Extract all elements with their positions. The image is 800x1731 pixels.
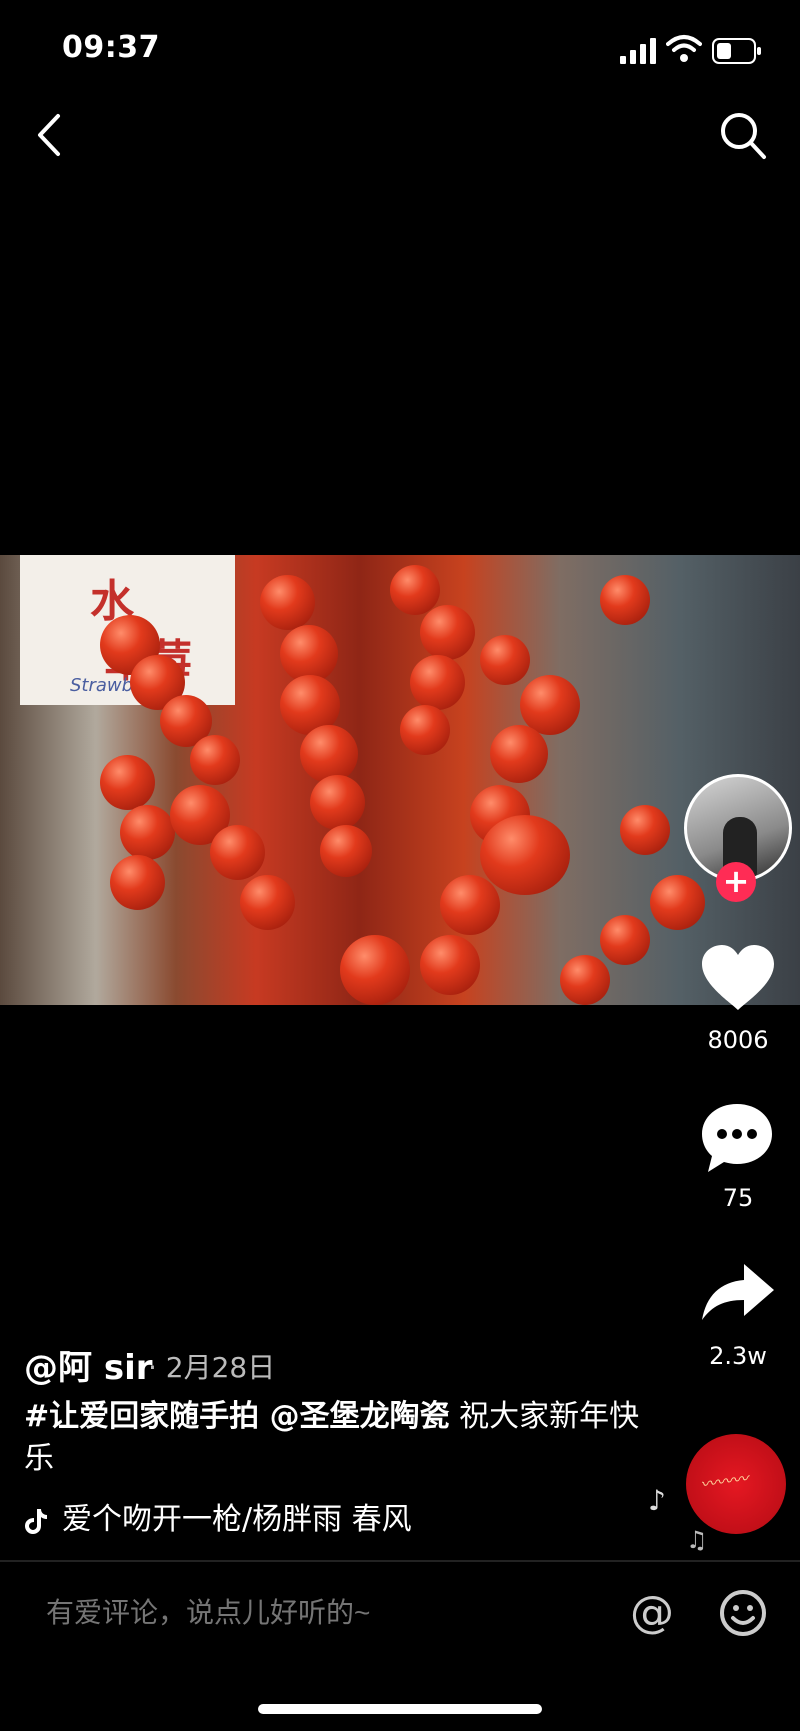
disc-artwork: 〰〰〰 xyxy=(699,1468,750,1495)
cellular-signal-icon xyxy=(620,38,656,64)
music-title: 爱个吻开一枪/杨胖雨 春风 xyxy=(62,1502,412,1537)
music-info[interactable]: 爱个吻开一枪/杨胖雨 春风 xyxy=(24,1494,444,1538)
post-description: #让爱回家随手拍 @圣堡龙陶瓷 祝大家新年快乐 xyxy=(24,1396,644,1480)
mention-button[interactable]: @ xyxy=(628,1588,676,1638)
wifi-icon xyxy=(666,35,702,62)
tiktok-icon xyxy=(25,1508,47,1534)
comment-icon[interactable] xyxy=(700,1102,774,1174)
author-name[interactable]: @阿 sir xyxy=(24,1340,153,1389)
music-disc[interactable]: 〰〰〰 xyxy=(686,1434,786,1534)
post-tags[interactable]: #让爱回家随手拍 @圣堡龙陶瓷 xyxy=(24,1399,450,1434)
post-date: · 2月28日 xyxy=(148,1351,276,1384)
emoji-icon[interactable] xyxy=(718,1588,768,1638)
battery-icon xyxy=(712,38,761,64)
divider xyxy=(0,1560,800,1562)
share-icon[interactable] xyxy=(700,1262,776,1322)
share-count: 2.3w xyxy=(709,1342,767,1370)
status-time: 09:37 xyxy=(62,30,160,65)
chevron-left-icon[interactable] xyxy=(30,110,70,160)
like-count: 8006 xyxy=(707,1026,769,1054)
comment-input[interactable] xyxy=(44,1590,608,1636)
search-icon[interactable] xyxy=(718,110,768,162)
follow-button[interactable]: + xyxy=(716,862,756,902)
home-indicator[interactable] xyxy=(258,1704,542,1714)
music-note-icon: ♫ xyxy=(686,1526,708,1554)
video-player[interactable]: 水 草莓 Strawberry xyxy=(0,555,800,1005)
music-note-icon: ♪ xyxy=(648,1484,666,1517)
comment-count: 75 xyxy=(722,1184,754,1212)
heart-icon[interactable] xyxy=(700,944,776,1012)
